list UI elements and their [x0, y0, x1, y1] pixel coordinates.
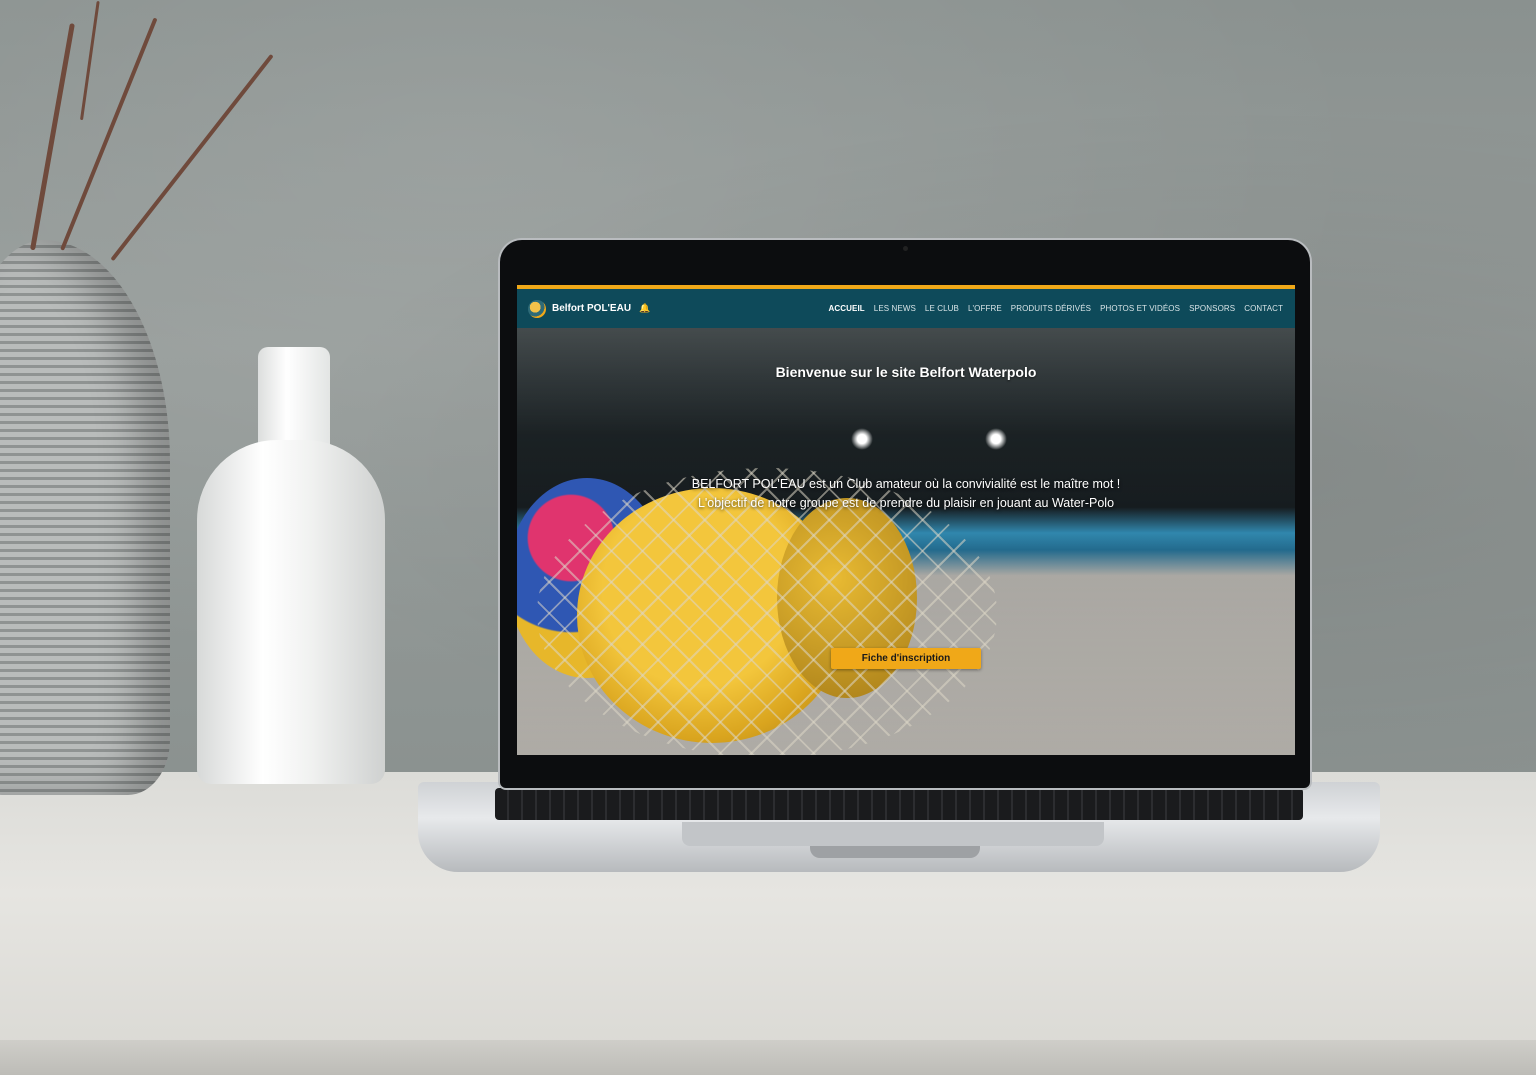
- desk-edge: [0, 1040, 1536, 1075]
- webcam: [903, 246, 908, 251]
- nav-item-photos-videos[interactable]: PHOTOS ET VIDÉOS: [1100, 304, 1180, 313]
- nav-item-contact[interactable]: CONTACT: [1244, 304, 1283, 313]
- site-navbar: Belfort POL'EAU 🔔 ACCUEIL LES NEWS LE CL…: [517, 289, 1295, 328]
- nav-item-sponsors[interactable]: SPONSORS: [1189, 304, 1235, 313]
- nav-item-accueil[interactable]: ACCUEIL: [829, 304, 865, 313]
- hero-line-2: L'objectif de notre groupe est de prendr…: [697, 496, 1115, 510]
- pool-light: [985, 428, 1007, 450]
- laptop-notch: [810, 846, 980, 858]
- registration-form-button[interactable]: Fiche d'inscription: [831, 648, 981, 669]
- brand-name: Belfort POL'EAU: [552, 303, 632, 314]
- club-logo-icon: [528, 299, 546, 318]
- laptop-screen: Belfort POL'EAU 🔔 ACCUEIL LES NEWS LE CL…: [517, 285, 1295, 755]
- bell-icon[interactable]: 🔔: [639, 303, 650, 314]
- hero-text: BELFORT POL'EAU est un Club amateur où l…: [617, 475, 1195, 513]
- white-vase: [197, 440, 385, 784]
- main-menu: ACCUEIL LES NEWS LE CLUB L'OFFRE PRODUIT…: [820, 304, 1284, 313]
- nav-item-produits-derives[interactable]: PRODUITS DÉRIVÉS: [1011, 304, 1091, 313]
- nav-item-le-club[interactable]: LE CLUB: [925, 304, 959, 313]
- hero-title: Bienvenue sur le site Belfort Waterpolo: [775, 364, 1037, 380]
- brand[interactable]: Belfort POL'EAU 🔔: [528, 299, 650, 318]
- nav-item-l-offre[interactable]: L'OFFRE: [968, 304, 1002, 313]
- pool-light: [851, 428, 873, 450]
- laptop-hinge: [682, 822, 1104, 846]
- nav-item-les-news[interactable]: LES NEWS: [874, 304, 916, 313]
- laptop-keyboard: [495, 788, 1303, 820]
- hero-line-1: BELFORT POL'EAU est un Club amateur où l…: [691, 477, 1121, 491]
- hero-section: Bienvenue sur le site Belfort Waterpolo …: [517, 328, 1295, 755]
